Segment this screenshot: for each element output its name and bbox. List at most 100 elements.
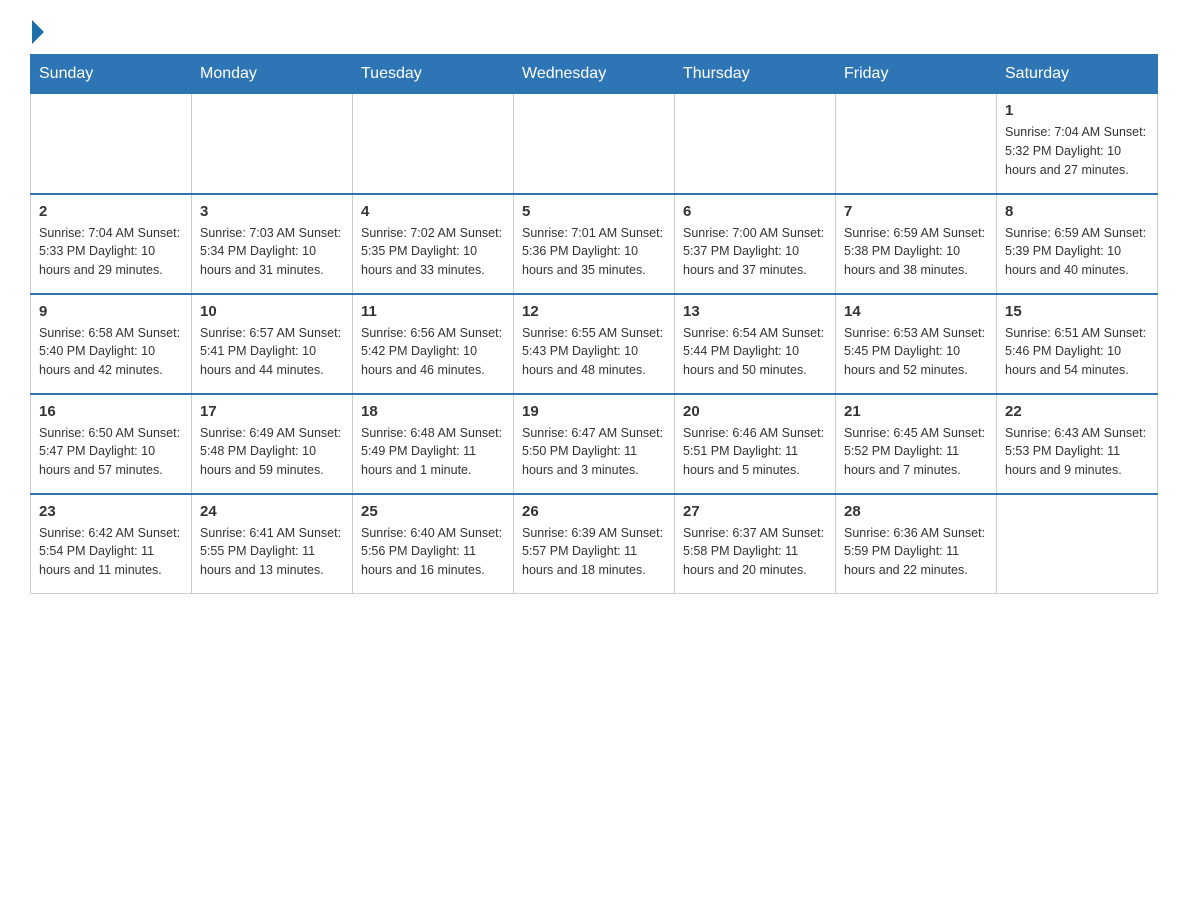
calendar-day-cell <box>192 94 353 194</box>
day-info: Sunrise: 6:46 AM Sunset: 5:51 PM Dayligh… <box>683 424 827 480</box>
day-info: Sunrise: 7:01 AM Sunset: 5:36 PM Dayligh… <box>522 224 666 280</box>
day-number: 18 <box>361 403 505 420</box>
day-number: 19 <box>522 403 666 420</box>
day-info: Sunrise: 6:49 AM Sunset: 5:48 PM Dayligh… <box>200 424 344 480</box>
calendar-day-cell: 13 Sunrise: 6:54 AM Sunset: 5:44 PM Dayli… <box>675 294 836 394</box>
calendar-table: SundayMondayTuesdayWednesdayThursdayFrid… <box>30 54 1158 594</box>
calendar-day-cell: 25 Sunrise: 6:40 AM Sunset: 5:56 PM Dayli… <box>353 494 514 594</box>
day-number: 17 <box>200 403 344 420</box>
day-number: 11 <box>361 303 505 320</box>
calendar-day-cell: 10 Sunrise: 6:57 AM Sunset: 5:41 PM Dayli… <box>192 294 353 394</box>
day-number: 2 <box>39 203 183 220</box>
day-of-week-header: Sunday <box>31 55 192 94</box>
day-info: Sunrise: 6:56 AM Sunset: 5:42 PM Dayligh… <box>361 324 505 380</box>
calendar-week-row: 1 Sunrise: 7:04 AM Sunset: 5:32 PM Daylig… <box>31 94 1158 194</box>
day-number: 16 <box>39 403 183 420</box>
day-number: 6 <box>683 203 827 220</box>
day-info: Sunrise: 6:50 AM Sunset: 5:47 PM Dayligh… <box>39 424 183 480</box>
day-number: 20 <box>683 403 827 420</box>
calendar-day-cell: 6 Sunrise: 7:00 AM Sunset: 5:37 PM Daylig… <box>675 194 836 294</box>
calendar-day-cell: 9 Sunrise: 6:58 AM Sunset: 5:40 PM Daylig… <box>31 294 192 394</box>
calendar-day-cell: 1 Sunrise: 7:04 AM Sunset: 5:32 PM Daylig… <box>997 94 1158 194</box>
day-of-week-header: Tuesday <box>353 55 514 94</box>
day-number: 1 <box>1005 102 1149 119</box>
day-info: Sunrise: 7:02 AM Sunset: 5:35 PM Dayligh… <box>361 224 505 280</box>
day-info: Sunrise: 7:04 AM Sunset: 5:33 PM Dayligh… <box>39 224 183 280</box>
day-info: Sunrise: 6:59 AM Sunset: 5:39 PM Dayligh… <box>1005 224 1149 280</box>
day-of-week-header: Wednesday <box>514 55 675 94</box>
calendar-day-cell: 27Sunrise: 6:37 AM Sunset: 5:58 PM Dayli… <box>675 494 836 594</box>
calendar-week-row: 2 Sunrise: 7:04 AM Sunset: 5:33 PM Daylig… <box>31 194 1158 294</box>
calendar-day-cell: 17 Sunrise: 6:49 AM Sunset: 5:48 PM Dayli… <box>192 394 353 494</box>
calendar-week-row: 23Sunrise: 6:42 AM Sunset: 5:54 PM Dayli… <box>31 494 1158 594</box>
day-info: Sunrise: 6:59 AM Sunset: 5:38 PM Dayligh… <box>844 224 988 280</box>
calendar-day-cell: 23Sunrise: 6:42 AM Sunset: 5:54 PM Dayli… <box>31 494 192 594</box>
calendar-day-cell: 8 Sunrise: 6:59 AM Sunset: 5:39 PM Daylig… <box>997 194 1158 294</box>
day-info: Sunrise: 6:48 AM Sunset: 5:49 PM Dayligh… <box>361 424 505 480</box>
calendar-day-cell <box>675 94 836 194</box>
calendar-week-row: 16 Sunrise: 6:50 AM Sunset: 5:47 PM Dayli… <box>31 394 1158 494</box>
calendar-day-cell: 4 Sunrise: 7:02 AM Sunset: 5:35 PM Daylig… <box>353 194 514 294</box>
day-of-week-header: Monday <box>192 55 353 94</box>
day-info: Sunrise: 6:57 AM Sunset: 5:41 PM Dayligh… <box>200 324 344 380</box>
day-number: 14 <box>844 303 988 320</box>
day-info: Sunrise: 6:43 AM Sunset: 5:53 PM Dayligh… <box>1005 424 1149 480</box>
day-number: 21 <box>844 403 988 420</box>
day-number: 15 <box>1005 303 1149 320</box>
logo <box>30 20 46 44</box>
day-info: Sunrise: 6:55 AM Sunset: 5:43 PM Dayligh… <box>522 324 666 380</box>
calendar-day-cell <box>836 94 997 194</box>
day-number: 22 <box>1005 403 1149 420</box>
calendar-day-cell: 19 Sunrise: 6:47 AM Sunset: 5:50 PM Dayli… <box>514 394 675 494</box>
calendar-day-cell <box>997 494 1158 594</box>
day-info: Sunrise: 6:53 AM Sunset: 5:45 PM Dayligh… <box>844 324 988 380</box>
day-number: 4 <box>361 203 505 220</box>
calendar-day-cell: 26Sunrise: 6:39 AM Sunset: 5:57 PM Dayli… <box>514 494 675 594</box>
day-number: 9 <box>39 303 183 320</box>
calendar-week-row: 9 Sunrise: 6:58 AM Sunset: 5:40 PM Daylig… <box>31 294 1158 394</box>
day-number: 25 <box>361 503 505 520</box>
calendar-day-cell <box>514 94 675 194</box>
day-info: Sunrise: 6:40 AM Sunset: 5:56 PM Dayligh… <box>361 524 505 580</box>
calendar-day-cell: 5 Sunrise: 7:01 AM Sunset: 5:36 PM Daylig… <box>514 194 675 294</box>
day-info: Sunrise: 6:42 AM Sunset: 5:54 PM Dayligh… <box>39 524 183 580</box>
calendar-day-cell: 11 Sunrise: 6:56 AM Sunset: 5:42 PM Dayli… <box>353 294 514 394</box>
page-header <box>30 20 1158 44</box>
calendar-day-cell: 16 Sunrise: 6:50 AM Sunset: 5:47 PM Dayli… <box>31 394 192 494</box>
day-info: Sunrise: 6:45 AM Sunset: 5:52 PM Dayligh… <box>844 424 988 480</box>
day-number: 7 <box>844 203 988 220</box>
calendar-day-cell: 20 Sunrise: 6:46 AM Sunset: 5:51 PM Dayli… <box>675 394 836 494</box>
day-info: Sunrise: 6:36 AM Sunset: 5:59 PM Dayligh… <box>844 524 988 580</box>
day-number: 24 <box>200 503 344 520</box>
day-info: Sunrise: 7:03 AM Sunset: 5:34 PM Dayligh… <box>200 224 344 280</box>
calendar-day-cell: 28 Sunrise: 6:36 AM Sunset: 5:59 PM Dayli… <box>836 494 997 594</box>
day-info: Sunrise: 6:58 AM Sunset: 5:40 PM Dayligh… <box>39 324 183 380</box>
calendar-day-cell: 3 Sunrise: 7:03 AM Sunset: 5:34 PM Daylig… <box>192 194 353 294</box>
calendar-day-cell: 7 Sunrise: 6:59 AM Sunset: 5:38 PM Daylig… <box>836 194 997 294</box>
calendar-day-cell: 14 Sunrise: 6:53 AM Sunset: 5:45 PM Dayli… <box>836 294 997 394</box>
day-info: Sunrise: 7:04 AM Sunset: 5:32 PM Dayligh… <box>1005 123 1149 179</box>
calendar-day-cell: 22 Sunrise: 6:43 AM Sunset: 5:53 PM Dayli… <box>997 394 1158 494</box>
day-number: 8 <box>1005 203 1149 220</box>
calendar-day-cell: 2 Sunrise: 7:04 AM Sunset: 5:33 PM Daylig… <box>31 194 192 294</box>
day-number: 27 <box>683 503 827 520</box>
day-number: 5 <box>522 203 666 220</box>
day-of-week-header: Thursday <box>675 55 836 94</box>
day-info: Sunrise: 6:51 AM Sunset: 5:46 PM Dayligh… <box>1005 324 1149 380</box>
calendar-day-cell: 12Sunrise: 6:55 AM Sunset: 5:43 PM Dayli… <box>514 294 675 394</box>
day-number: 26 <box>522 503 666 520</box>
day-of-week-header: Saturday <box>997 55 1158 94</box>
day-info: Sunrise: 6:47 AM Sunset: 5:50 PM Dayligh… <box>522 424 666 480</box>
day-number: 3 <box>200 203 344 220</box>
day-info: Sunrise: 6:41 AM Sunset: 5:55 PM Dayligh… <box>200 524 344 580</box>
calendar-day-cell: 15 Sunrise: 6:51 AM Sunset: 5:46 PM Dayli… <box>997 294 1158 394</box>
logo-arrow-icon <box>32 20 44 44</box>
calendar-header-row: SundayMondayTuesdayWednesdayThursdayFrid… <box>31 55 1158 94</box>
day-number: 28 <box>844 503 988 520</box>
day-info: Sunrise: 7:00 AM Sunset: 5:37 PM Dayligh… <box>683 224 827 280</box>
calendar-day-cell: 18 Sunrise: 6:48 AM Sunset: 5:49 PM Dayli… <box>353 394 514 494</box>
day-number: 13 <box>683 303 827 320</box>
day-number: 10 <box>200 303 344 320</box>
calendar-day-cell: 24 Sunrise: 6:41 AM Sunset: 5:55 PM Dayli… <box>192 494 353 594</box>
day-info: Sunrise: 6:54 AM Sunset: 5:44 PM Dayligh… <box>683 324 827 380</box>
